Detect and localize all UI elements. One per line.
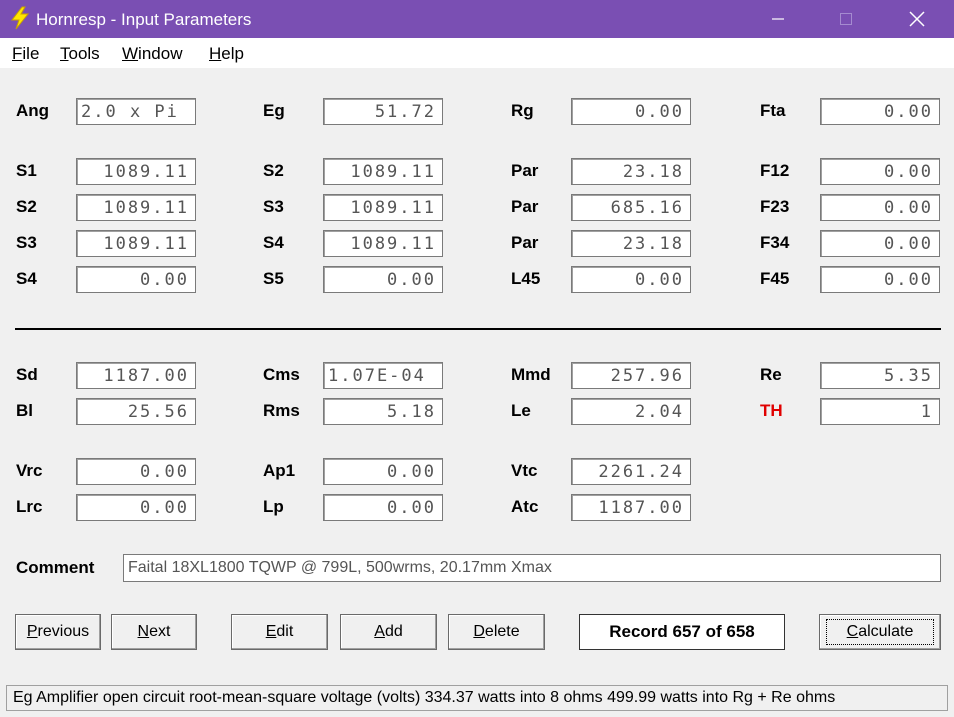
param-field-atc[interactable]: 1187.00 — [571, 494, 691, 521]
param-label-s3c: S3 — [16, 233, 37, 252]
param-label-s2b: S2 — [16, 197, 37, 216]
maximize-icon — [840, 13, 852, 25]
param-label-eg: Eg — [263, 101, 285, 120]
param-label-le: Le — [511, 401, 531, 420]
param-field-s1a[interactable]: 1089.11 — [76, 158, 196, 185]
param-field-cms[interactable]: 1.07E-04 — [323, 362, 443, 389]
param-label-atc: Atc — [511, 497, 539, 516]
param-label-lrc: Lrc — [16, 497, 43, 516]
param-field-s3c[interactable]: 1089.11 — [76, 230, 196, 257]
param-field-s2a[interactable]: 1089.11 — [323, 158, 443, 185]
comment-field[interactable]: Faital 18XL1800 TQWP @ 799L, 500wrms, 20… — [123, 554, 941, 582]
param-label-f45: F45 — [760, 269, 790, 288]
param-label-s4d: S4 — [16, 269, 37, 288]
param-label-ang: Ang — [16, 101, 50, 120]
param-label-vrc: Vrc — [16, 461, 43, 480]
maximize-button[interactable] — [823, 0, 869, 38]
param-field-f34[interactable]: 0.00 — [820, 230, 940, 257]
param-field-rms[interactable]: 5.18 — [323, 398, 443, 425]
minimize-button[interactable] — [755, 0, 801, 38]
param-label-lp: Lp — [263, 497, 284, 516]
param-field-ap1[interactable]: 0.00 — [323, 458, 443, 485]
param-field-par3[interactable]: 23.18 — [571, 230, 691, 257]
param-label-f12: F12 — [760, 161, 790, 180]
lightning-icon — [10, 6, 30, 30]
param-label-s5d: S5 — [263, 269, 284, 288]
param-label-s3b: S3 — [263, 197, 284, 216]
param-field-vrc[interactable]: 0.00 — [76, 458, 196, 485]
section-divider — [15, 328, 941, 330]
param-field-th[interactable]: 1 — [820, 398, 940, 425]
param-label-fta: Fta — [760, 101, 786, 120]
param-label-f34: F34 — [760, 233, 790, 252]
delete-button[interactable]: Delete — [448, 614, 545, 650]
param-field-s5d[interactable]: 0.00 — [323, 266, 443, 293]
param-field-par1[interactable]: 23.18 — [571, 158, 691, 185]
menu-window[interactable]: Window — [122, 44, 182, 64]
param-field-s4d[interactable]: 0.00 — [76, 266, 196, 293]
param-label-s4c: S4 — [263, 233, 284, 252]
param-field-s3b[interactable]: 1089.11 — [323, 194, 443, 221]
param-field-bl[interactable]: 25.56 — [76, 398, 196, 425]
window-title: Hornresp - Input Parameters — [36, 10, 252, 29]
param-field-eg[interactable]: 51.72 — [323, 98, 443, 125]
next-button[interactable]: Next — [111, 614, 197, 650]
param-field-ang[interactable]: 2.0 x Pi — [76, 98, 196, 125]
comment-label: Comment — [16, 558, 95, 577]
close-icon — [909, 11, 925, 27]
param-label-ap1: Ap1 — [263, 461, 296, 480]
param-label-par2: Par — [511, 197, 539, 216]
param-label-par1: Par — [511, 161, 539, 180]
param-label-cms: Cms — [263, 365, 300, 384]
record-indicator: Record 657 of 658 — [579, 614, 785, 650]
param-field-lrc[interactable]: 0.00 — [76, 494, 196, 521]
param-field-s4c[interactable]: 1089.11 — [323, 230, 443, 257]
param-field-le[interactable]: 2.04 — [571, 398, 691, 425]
param-label-s2a: S2 — [263, 161, 284, 180]
minimize-icon — [772, 18, 784, 20]
param-label-bl: Bl — [16, 401, 33, 420]
param-label-s1a: S1 — [16, 161, 37, 180]
param-field-re[interactable]: 5.35 — [820, 362, 940, 389]
param-label-rms: Rms — [263, 401, 300, 420]
param-label-l45: L45 — [511, 269, 541, 288]
param-field-lp[interactable]: 0.00 — [323, 494, 443, 521]
menu-tools[interactable]: Tools — [60, 44, 100, 64]
param-field-rg[interactable]: 0.00 — [571, 98, 691, 125]
close-button[interactable] — [894, 0, 940, 38]
param-field-vtc[interactable]: 2261.24 — [571, 458, 691, 485]
param-field-par2[interactable]: 685.16 — [571, 194, 691, 221]
edit-button[interactable]: Edit — [231, 614, 328, 650]
param-field-l45[interactable]: 0.00 — [571, 266, 691, 293]
param-label-rg: Rg — [511, 101, 534, 120]
param-label-vtc: Vtc — [511, 461, 538, 480]
add-button[interactable]: Add — [340, 614, 437, 650]
param-label-f23: F23 — [760, 197, 790, 216]
status-bar: Eg Amplifier open circuit root-mean-squa… — [6, 685, 948, 711]
param-field-fta[interactable]: 0.00 — [820, 98, 940, 125]
menu-file[interactable]: File — [12, 44, 39, 64]
param-label-mmd: Mmd — [511, 365, 551, 384]
param-field-mmd[interactable]: 257.96 — [571, 362, 691, 389]
param-label-par3: Par — [511, 233, 539, 252]
param-field-f12[interactable]: 0.00 — [820, 158, 940, 185]
param-field-f45[interactable]: 0.00 — [820, 266, 940, 293]
param-field-sd[interactable]: 1187.00 — [76, 362, 196, 389]
param-label-sd: Sd — [16, 365, 38, 384]
menu-help[interactable]: Help — [209, 44, 244, 64]
title-bar: Hornresp - Input Parameters — [0, 0, 954, 38]
param-field-f23[interactable]: 0.00 — [820, 194, 940, 221]
calculate-button[interactable]: Calculate — [819, 614, 941, 650]
param-label-th: TH — [760, 401, 783, 420]
param-label-re: Re — [760, 365, 782, 384]
previous-button[interactable]: Previous — [15, 614, 101, 650]
param-field-s2b[interactable]: 1089.11 — [76, 194, 196, 221]
menu-bar: File Tools Window Help — [0, 38, 954, 68]
